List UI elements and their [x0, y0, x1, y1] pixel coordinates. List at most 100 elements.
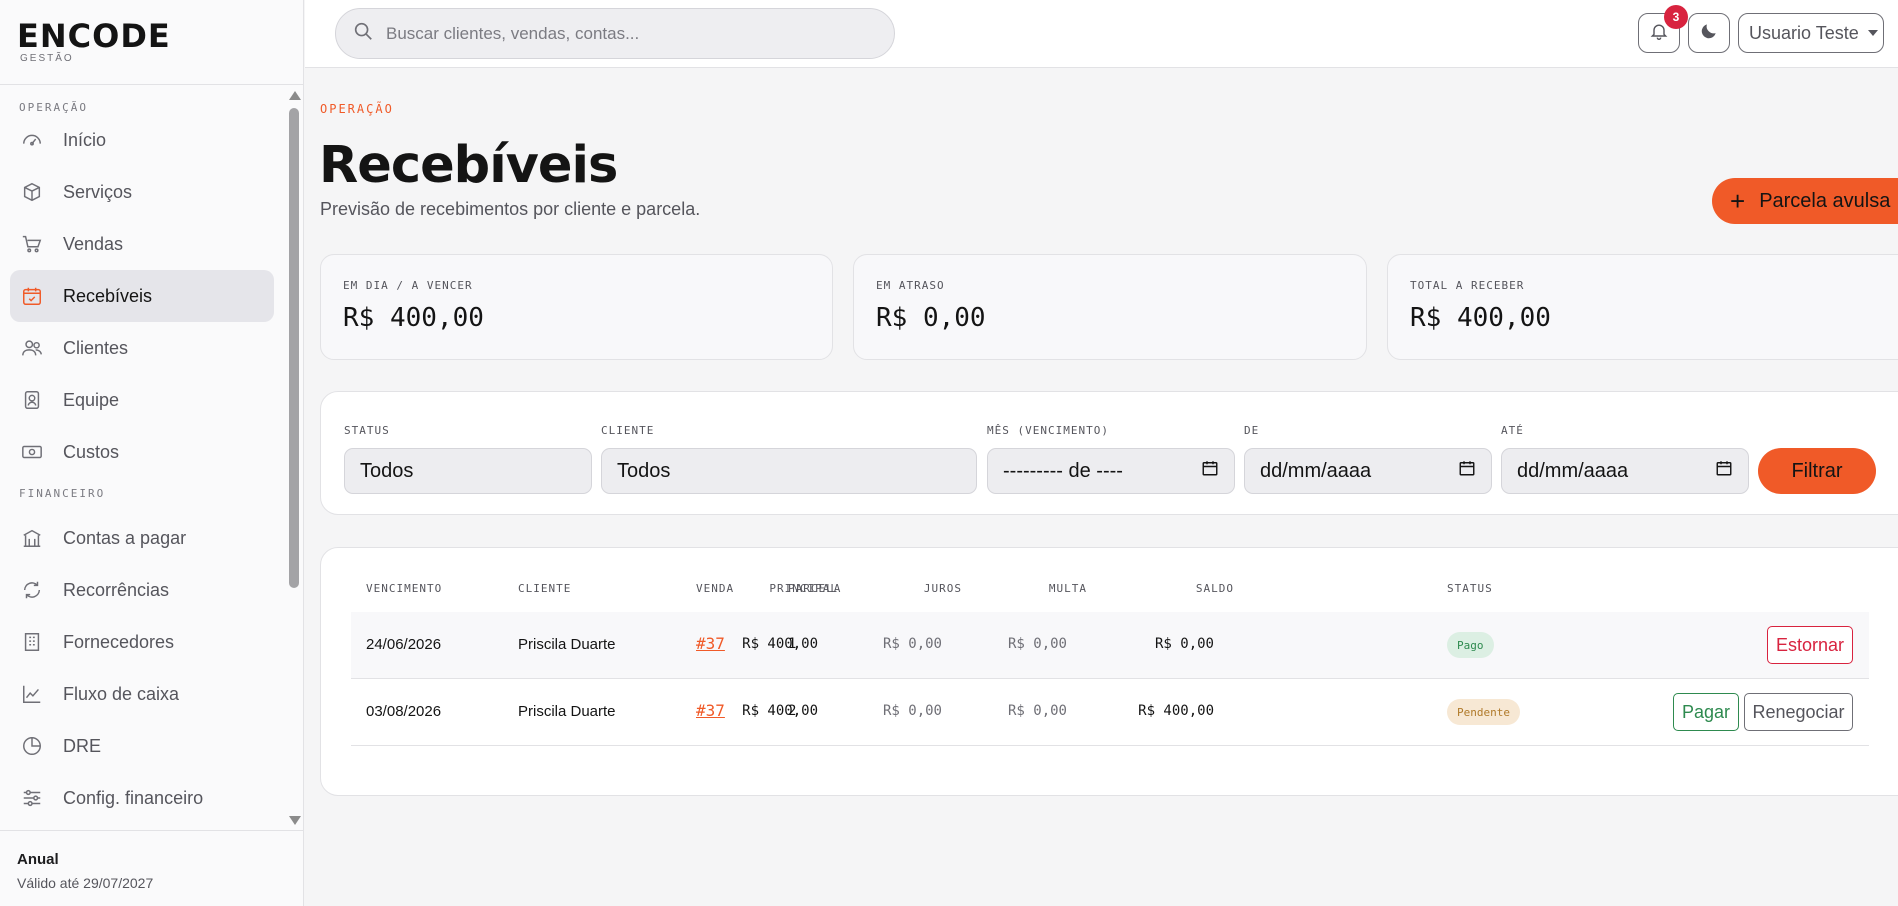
sidebar-item-clientes[interactable]: Clientes — [10, 322, 274, 374]
sidebar-item-label: Equipe — [63, 389, 120, 410]
cliente-select[interactable]: Todos — [601, 448, 977, 494]
status-select[interactable]: Todos — [344, 448, 592, 494]
plan-info: Anual Válido até 29/07/2027 — [0, 830, 303, 906]
sidebar-item-label: Fluxo de caixa — [63, 683, 180, 704]
brand[interactable]: ENCODE GESTÃO — [0, 0, 303, 85]
users-icon — [21, 337, 43, 359]
table-row[interactable]: 03/08/2026 Priscila Duarte #37 2 R$ 400,… — [351, 679, 1869, 746]
stat-card-total: TOTAL A RECEBER R$ 400,00 — [1387, 254, 1898, 360]
sidebar-item-label: Clientes — [63, 337, 129, 358]
status-badge: Pago — [1447, 632, 1494, 658]
line-chart-icon — [21, 683, 43, 705]
sidebar: ENCODE GESTÃO OPERAÇÃO Início Serviços V… — [0, 0, 304, 906]
scroll-thumb[interactable] — [289, 108, 299, 588]
plan-valid-until: Válido até 29/07/2027 — [17, 875, 154, 891]
stat-label: EM ATRASO — [876, 279, 945, 292]
data-ate-input[interactable]: dd/mm/aaaa — [1501, 448, 1749, 494]
search-input[interactable] — [386, 23, 866, 44]
pagar-button[interactable]: Pagar — [1673, 693, 1739, 731]
building-icon — [21, 527, 43, 549]
sidebar-item-config-financeiro[interactable]: Config. financeiro — [10, 772, 274, 824]
ate-filter-label: ATÉ — [1501, 424, 1524, 437]
sliders-icon — [21, 787, 43, 809]
add-parcela-avulsa-button[interactable]: + Parcela avulsa — [1712, 178, 1898, 224]
stat-card-em-dia: EM DIA / A VENCER R$ 400,00 — [320, 254, 833, 360]
cell-saldo: R$ 400,00 — [1138, 703, 1214, 719]
cta-label: Parcela avulsa — [1759, 189, 1891, 212]
de-filter-label: DE — [1244, 424, 1260, 437]
renegociar-button[interactable]: Renegociar — [1744, 693, 1853, 731]
chevron-down-icon — [1867, 30, 1878, 36]
calendar-icon[interactable] — [1458, 459, 1476, 483]
section-title-operacao: OPERAÇÃO — [19, 101, 88, 114]
col-multa: MULTA — [1048, 582, 1087, 595]
cell-multa: R$ 0,00 — [1007, 636, 1067, 652]
sidebar-item-fornecedores[interactable]: Fornecedores — [10, 616, 274, 668]
sidebar-item-label: Custos — [63, 441, 120, 462]
sidebar-item-label: DRE — [63, 735, 102, 756]
page-subtitle: Previsão de recebimentos por cliente e p… — [320, 199, 701, 219]
page-eyebrow: OPERAÇÃO — [320, 102, 394, 116]
sidebar-item-label: Contas a pagar — [63, 527, 187, 548]
cliente-filter-label: CLIENTE — [601, 424, 655, 437]
cell-principal: R$ 400,00 — [742, 636, 818, 652]
sidebar-nav: OPERAÇÃO Início Serviços Vendas Recebíve… — [0, 86, 284, 830]
col-cliente: CLIENTE — [518, 582, 572, 595]
stat-label: TOTAL A RECEBER — [1410, 279, 1525, 292]
sidebar-item-label: Início — [63, 129, 107, 150]
search-box[interactable] — [335, 8, 895, 59]
receivables-table: VENCIMENTO CLIENTE VENDA PARCELA PRINCIP… — [320, 547, 1898, 796]
col-status: STATUS — [1447, 582, 1493, 595]
mes-filter-label: MÊS (VENCIMENTO) — [987, 424, 1109, 437]
sidebar-item-inicio[interactable]: Início — [10, 114, 274, 166]
cell-vencimento: 24/06/2026 — [366, 636, 442, 653]
sidebar-item-recebiveis[interactable]: Recebíveis — [10, 270, 274, 322]
stat-card-em-atraso: EM ATRASO R$ 0,00 — [853, 254, 1367, 360]
sidebar-item-label: Fornecedores — [63, 631, 175, 652]
stat-value: R$ 0,00 — [876, 303, 986, 333]
sidebar-item-contas-a-pagar[interactable]: Contas a pagar — [10, 512, 274, 564]
notifications-button[interactable]: 3 — [1638, 5, 1688, 53]
scroll-up-arrow-icon[interactable] — [289, 91, 301, 100]
moon-icon — [1699, 21, 1719, 46]
refresh-icon — [21, 579, 43, 601]
user-menu-button[interactable]: Usuario Teste — [1738, 13, 1884, 53]
status-filter-label: STATUS — [344, 424, 390, 437]
pie-chart-icon — [21, 735, 43, 757]
de-input-value: dd/mm/aaaa — [1260, 459, 1372, 482]
calendar-icon[interactable] — [1201, 459, 1219, 483]
mes-input-value: --------- de ---- — [1003, 459, 1123, 482]
badge-icon — [21, 389, 43, 411]
col-vencimento: VENCIMENTO — [366, 582, 443, 595]
sidebar-item-servicos[interactable]: Serviços — [10, 166, 274, 218]
filter-button[interactable]: Filtrar — [1758, 448, 1876, 494]
sidebar-item-label: Recebíveis — [63, 285, 153, 306]
office-icon — [21, 631, 43, 653]
calendar-icon[interactable] — [1715, 459, 1733, 483]
sidebar-item-recorrencias[interactable]: Recorrências — [10, 564, 274, 616]
sidebar-item-equipe[interactable]: Equipe — [10, 374, 274, 426]
topbar: 3 Usuario Teste — [305, 0, 1898, 68]
sidebar-item-dre[interactable]: DRE — [10, 720, 274, 772]
table-row[interactable]: 24/06/2026 Priscila Duarte #37 1 R$ 400,… — [351, 612, 1869, 679]
venda-link[interactable]: #37 — [696, 634, 725, 653]
sidebar-scrollbar[interactable] — [286, 86, 302, 830]
mes-vencimento-input[interactable]: --------- de ---- — [987, 448, 1235, 494]
calendar-check-icon — [21, 285, 43, 307]
estornar-button[interactable]: Estornar — [1767, 626, 1853, 664]
cell-juros: R$ 0,00 — [882, 636, 942, 652]
sidebar-item-label: Vendas — [63, 233, 124, 254]
notification-badge: 3 — [1664, 5, 1688, 29]
cart-icon — [21, 233, 43, 255]
venda-link[interactable]: #37 — [696, 701, 725, 720]
sidebar-item-fluxo-de-caixa[interactable]: Fluxo de caixa — [10, 668, 274, 720]
cell-juros: R$ 0,00 — [882, 703, 942, 719]
theme-toggle-button[interactable] — [1688, 13, 1730, 53]
cell-cliente: Priscila Duarte — [518, 636, 616, 653]
data-de-input[interactable]: dd/mm/aaaa — [1244, 448, 1492, 494]
scroll-down-arrow-icon[interactable] — [289, 816, 301, 825]
sidebar-item-custos[interactable]: Custos — [10, 426, 274, 478]
sidebar-item-vendas[interactable]: Vendas — [10, 218, 274, 270]
plan-name: Anual — [17, 851, 59, 868]
sidebar-item-label: Recorrências — [63, 579, 170, 600]
